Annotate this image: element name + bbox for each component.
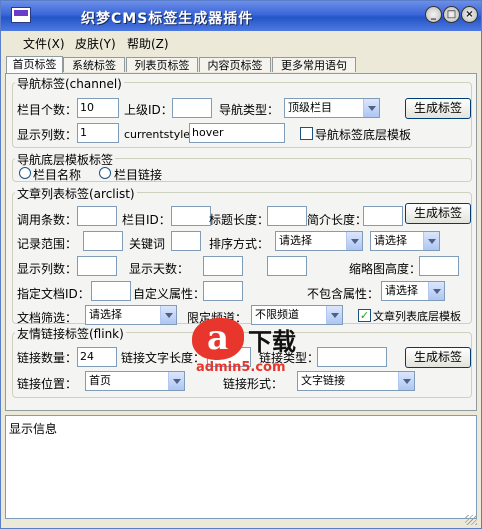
arc-infolen-input[interactable] — [363, 206, 403, 226]
nav-bottom-label: 导航标签底层模板 — [315, 128, 412, 142]
arc-keyword-label: 关键词 — [129, 237, 166, 251]
arc-count-input[interactable] — [77, 206, 117, 226]
arc-docid-input[interactable] — [91, 281, 131, 301]
status-output[interactable]: 显示信息 — [5, 415, 477, 519]
flink-pos-select[interactable]: 首页 — [85, 371, 185, 391]
arc-filter-select[interactable]: 请选择 — [85, 305, 177, 325]
nav-count-input[interactable]: 10 — [77, 98, 119, 118]
chevron-down-icon — [398, 372, 414, 390]
arc-titlelen-label: 标题长度： — [209, 213, 270, 227]
flink-type-input[interactable] — [317, 347, 387, 367]
arc-order-label: 排序方式： — [209, 237, 270, 251]
nav-type-select[interactable]: 顶级栏目 — [284, 98, 380, 118]
nav-type-label: 导航类型： — [219, 103, 280, 117]
nav-style-input[interactable]: hover — [189, 123, 285, 143]
tab-panel: 导航标签(channel) 栏目个数： 10 上级ID： 导航类型： 顶级栏目 … — [5, 73, 477, 411]
arc-bottom-label: 文章列表底层模板 — [373, 310, 461, 323]
nav-cols-input[interactable]: 1 — [77, 123, 119, 143]
arclist-group: 文章列表标签(arclist) 调用条数： 栏目ID： 标题长度： 简介长度： … — [12, 185, 472, 325]
app-icon — [11, 7, 31, 23]
app-window: 织梦CMS标签生成器插件 _ □ × 文件(X) 皮肤(Y) 帮助(Z) 首页标… — [0, 0, 482, 529]
arc-infolen-label: 简介长度： — [307, 213, 368, 227]
flink-generate-button[interactable]: 生成标签 — [405, 347, 471, 368]
arc-order-select[interactable]: 请选择 — [275, 231, 363, 251]
flink-count-label: 链接数量： — [17, 351, 78, 365]
nav-group: 导航标签(channel) 栏目个数： 10 上级ID： 导航类型： 顶级栏目 … — [12, 75, 472, 148]
arc-thumbw-input[interactable] — [267, 256, 307, 276]
maximize-button[interactable]: □ — [443, 6, 460, 23]
minimize-button[interactable]: _ — [425, 6, 442, 23]
chevron-down-icon — [428, 282, 444, 300]
arc-days-input[interactable] — [203, 256, 243, 276]
nav-count-label: 栏目个数： — [17, 103, 78, 117]
arc-thumbh-input[interactable] — [419, 256, 459, 276]
watermark-number: 5 — [224, 322, 245, 357]
radio-column-link[interactable] — [99, 167, 111, 179]
watermark-url: admin5.com — [196, 360, 286, 375]
arc-bottom-checkbox[interactable]: ✓ — [358, 309, 371, 322]
chevron-down-icon — [168, 372, 184, 390]
arc-filter-label: 文档筛选： — [17, 311, 78, 325]
menu-file[interactable]: 文件(X) — [23, 35, 65, 52]
chevron-down-icon — [423, 232, 439, 250]
arc-typeid-label: 栏目ID： — [122, 213, 171, 227]
radio-column-link-label: 栏目链接 — [114, 168, 163, 182]
tab-system[interactable]: 系统标签 — [63, 57, 125, 72]
chevron-down-icon — [160, 306, 176, 324]
watermark-text: 下载 — [248, 328, 296, 356]
arc-typeid-input[interactable] — [171, 206, 211, 226]
navtpl-group: 导航底层模板标签 栏目名称 栏目链接 — [12, 151, 472, 182]
menu-help[interactable]: 帮助(Z) — [127, 35, 169, 52]
tab-content[interactable]: 内容页标签 — [199, 57, 271, 72]
flink-pos-label: 链接位置： — [17, 377, 78, 391]
arc-order2-select[interactable]: 请选择 — [370, 231, 440, 251]
nav-upid-input[interactable] — [172, 98, 212, 118]
arc-docid-label: 指定文档ID： — [17, 287, 90, 301]
arc-noflag-select[interactable]: 请选择 — [381, 281, 445, 301]
arc-thumbh-label: 缩略图高度： — [349, 262, 422, 276]
flink-legend: 友情链接标签(flink) — [15, 325, 126, 342]
arclist-legend: 文章列表标签(arclist) — [15, 185, 137, 202]
menu-bar: 文件(X) 皮肤(Y) 帮助(Z) — [1, 32, 481, 52]
radio-column-name[interactable] — [19, 167, 31, 179]
flink-count-input[interactable]: 24 — [77, 347, 117, 367]
arc-flag-label: 自定义属性： — [133, 287, 206, 301]
tab-more[interactable]: 更多常用语句 — [272, 57, 356, 72]
status-text: 显示信息 — [9, 422, 58, 436]
flink-form-label: 链接形式： — [223, 377, 284, 391]
arc-range-label: 记录范围： — [17, 237, 78, 251]
nav-legend: 导航标签(channel) — [15, 75, 124, 92]
admin5-watermark: a 5 下载 admin5.com — [192, 318, 318, 376]
tab-list[interactable]: 列表页标签 — [126, 57, 198, 72]
nav-upid-label: 上级ID： — [124, 103, 173, 117]
nav-cols-label: 显示列数： — [17, 128, 78, 142]
nav-generate-button[interactable]: 生成标签 — [405, 98, 471, 119]
window-title: 织梦CMS标签生成器插件 — [81, 11, 254, 27]
title-bar[interactable]: 织梦CMS标签生成器插件 _ □ × — [1, 1, 481, 31]
arc-cols-input[interactable] — [77, 256, 117, 276]
arc-keyword-input[interactable] — [171, 231, 201, 251]
close-button[interactable]: × — [461, 6, 478, 23]
chevron-down-icon — [363, 99, 379, 117]
arc-flag-input[interactable] — [203, 281, 243, 301]
resize-grip-icon[interactable] — [465, 515, 477, 525]
arc-count-label: 调用条数： — [17, 213, 78, 227]
arc-titlelen-input[interactable] — [267, 206, 307, 226]
arc-range-input[interactable] — [83, 231, 123, 251]
arc-noflag-label: 不包含属性： — [307, 287, 380, 301]
chevron-down-icon — [346, 232, 362, 250]
arc-days-label: 显示天数： — [129, 262, 190, 276]
arc-cols-label: 显示列数： — [17, 262, 78, 276]
menu-skin[interactable]: 皮肤(Y) — [75, 35, 116, 52]
chevron-down-icon — [326, 306, 342, 324]
tab-home[interactable]: 首页标签 — [6, 56, 63, 73]
radio-column-name-label: 栏目名称 — [33, 168, 82, 182]
arc-generate-button[interactable]: 生成标签 — [405, 203, 471, 224]
nav-bottom-checkbox[interactable] — [300, 127, 313, 140]
